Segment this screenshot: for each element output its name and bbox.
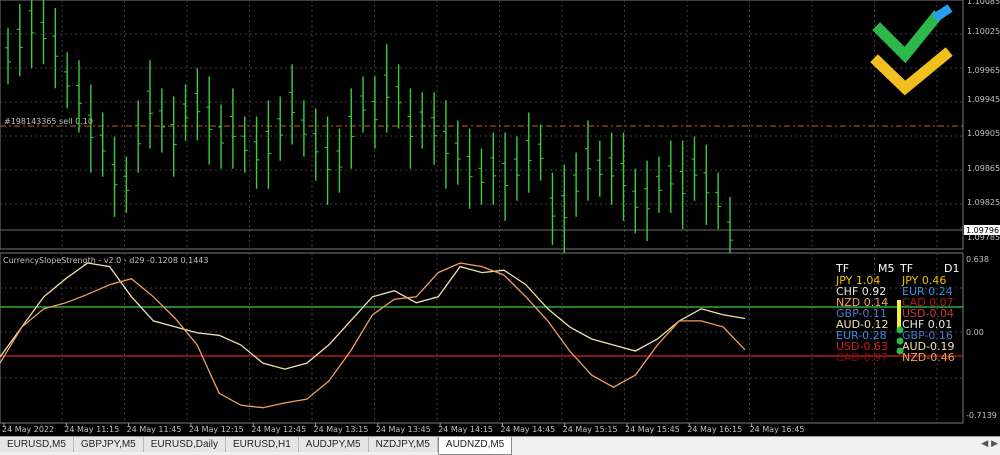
price-axis: 1.10085 1.10025 1.09965 1.09945 1.09905 1.098… [967,0,1000,242]
tab-scroll-arrows-icon[interactable]: ◀ ▶ [981,439,998,449]
strength-right-cell: NZD-0.46 [902,351,955,364]
time-axis: 24 May 2022 24 May 11:15 24 May 11:45 24 Ma… [2,423,804,434]
time-tick-label: 24 May 13:45 [376,425,431,434]
time-tick-label: 24 May 12:45 [251,425,306,434]
time-tick-label: 24 May 13:15 [314,425,369,434]
tab-eurusd-m5[interactable]: EURUSD,M5 [0,437,74,452]
chart-tabs-bar: EURUSD,M5 GBPJPY,M5 EURUSD,Daily EURUSD,H1 A… [0,436,1000,455]
tab-eurusd-h1[interactable]: EURUSD,H1 [225,437,299,452]
time-tick-label: 24 May 16:15 [687,425,742,434]
time-tick-label: 24 May 11:45 [127,425,182,434]
chart-canvas[interactable]: #198143365 sell 0.10 1.100851.100251.099… [0,0,1000,436]
table-header: M5 [878,262,895,275]
time-tick-label: 24 May 14:45 [500,425,555,434]
time-tick-label: 24 May 15:15 [563,425,618,434]
indicator-panel [0,252,964,424]
time-tick-label: 24 May 11:15 [64,425,119,434]
tab-audnzd-m5[interactable]: AUDNZD,M5 [437,437,513,455]
time-tick-label: 24 May 12:15 [189,425,244,434]
indicator-scale-max: 0.638 [966,255,989,264]
price-tick-label: 1.10085 [967,0,1000,6]
price-panel [0,0,964,250]
chart-window[interactable]: #198143365 sell 0.10 1.10085 1.10025 1.099… [0,0,1000,436]
strength-left-cell: CAD-0.97 [836,351,888,364]
time-tick-label: 24 May 2022 [2,425,54,434]
price-tick-label: 1.09965 [967,66,1000,75]
time-tick-label: 24 May 16:45 [750,425,805,434]
time-tick-label: 24 May 14:15 [438,425,493,434]
price-tick-label: 1.09865 [967,164,1000,173]
time-tick-label: 24 May 15:45 [625,425,680,434]
price-tick-label: 1.09945 [967,95,1000,104]
indicator-scale-zero: 0.00 [966,328,984,337]
price-tick-label: 1.09905 [967,129,1000,138]
tab-audjpy-m5[interactable]: AUDJPY,M5 [298,437,369,452]
price-tick-label: 1.09825 [967,198,1000,207]
indicator-scale-min: -0.7139 [966,411,997,420]
indicator-axis: 0.638 0.00 -0.7139 [966,255,997,420]
price-tick-label: 1.10025 [967,27,1000,36]
tab-nzdjpy-m5[interactable]: NZDJPY,M5 [368,437,438,452]
current-price-label: 1.09796 [966,226,999,235]
tab-eurusd-daily[interactable]: EURUSD,Daily [143,437,226,452]
tab-gbpjpy-m5[interactable]: GBPJPY,M5 [73,437,144,452]
indicator-title: CurrencySlopeStrength - v2.0 - d29 -0.12… [3,256,208,265]
